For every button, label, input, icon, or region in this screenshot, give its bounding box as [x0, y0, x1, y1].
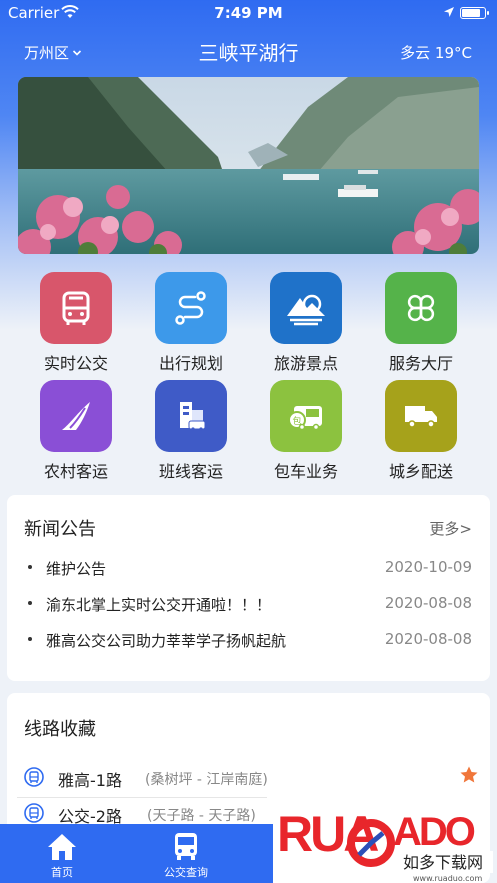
top-nav: 万州区 三峡平湖行 多云 19°C	[0, 34, 497, 68]
service-line-passenger[interactable]: 班线客运	[136, 380, 246, 482]
battery-fill	[462, 9, 480, 17]
route-name: 雅高-1路	[58, 771, 122, 790]
news-item[interactable]: 雅高公交公司助力莘莘学子扬帆起航 2020-08-08	[24, 628, 472, 652]
favorite-route-item[interactable]: 雅高-1路 (桑树坪 - 江岸南庭)	[24, 764, 479, 790]
service-label: 班线客运	[158, 462, 223, 481]
clock: 7:49 PM	[214, 4, 283, 22]
news-item-title: 雅高公交公司助力莘莘学子扬帆起航	[46, 632, 287, 650]
divider	[17, 797, 267, 798]
service-label: 服务大厅	[388, 354, 453, 373]
service-realtime-bus[interactable]: 实时公交	[21, 272, 131, 374]
news-item[interactable]: 渝东北掌上实时公交开通啦！！！ 2020-08-08	[24, 592, 472, 616]
banner-image[interactable]	[18, 77, 479, 254]
news-item-date: 2020-10-09	[384, 558, 472, 576]
service-tile	[40, 272, 112, 344]
ruadado-logo: RUA ADO 如多下载网 www.ruaduo.com	[277, 806, 493, 883]
bus-stop-icon	[24, 767, 44, 787]
truck-icon	[405, 406, 437, 428]
service-tourist-spots[interactable]: 旅游景点	[251, 272, 361, 374]
clover-icon	[407, 294, 435, 322]
home-icon	[48, 834, 76, 860]
mountain-icon	[287, 294, 325, 326]
news-item-date: 2020-08-08	[384, 594, 472, 612]
service-label: 出行规划	[158, 354, 223, 373]
bullet	[28, 601, 32, 605]
service-label: 包车业务	[273, 462, 338, 481]
weather-label: 多云 19°C	[400, 44, 472, 62]
service-tile	[155, 380, 227, 452]
news-card: 新闻公告 更多> 维护公告 2020-10-09 渝东北掌上实时公交开通啦！！！…	[7, 495, 490, 681]
service-label: 旅游景点	[273, 354, 338, 373]
route-range: (天子路 - 天子路)	[147, 808, 256, 824]
charter-bus-icon: 包	[288, 406, 322, 431]
service-tile	[40, 380, 112, 452]
bullet	[28, 637, 32, 641]
service-delivery[interactable]: 城乡配送	[366, 380, 476, 482]
news-title: 新闻公告	[24, 519, 96, 540]
bus-stop-icon	[24, 803, 44, 823]
service-hall[interactable]: 服务大厅	[366, 272, 476, 374]
svg-text:ADO: ADO	[393, 810, 475, 854]
route-icon	[175, 291, 206, 325]
banner-scenery	[18, 77, 479, 254]
news-item[interactable]: 维护公告 2020-10-09	[24, 556, 472, 580]
service-label: 实时公交	[43, 354, 108, 373]
service-tile: 包	[270, 380, 342, 452]
news-more-link[interactable]: 更多>	[429, 518, 472, 539]
battery-icon	[460, 7, 489, 19]
bus-icon	[175, 833, 197, 860]
service-charter[interactable]: 包 包车业务	[251, 380, 361, 482]
service-trip-planning[interactable]: 出行规划	[136, 272, 246, 374]
status-bar: Carrier 7:49 PM	[0, 0, 497, 26]
bullet	[28, 565, 32, 569]
service-rural-passenger[interactable]: 农村客运	[21, 380, 131, 482]
news-item-title: 维护公告	[46, 560, 107, 578]
tab-home[interactable]: 首页	[0, 824, 124, 883]
service-tile	[270, 272, 342, 344]
watermark-logo: RUA ADO 如多下载网 www.ruaduo.com	[273, 795, 497, 883]
location-arrow-icon	[444, 7, 454, 17]
service-tile	[155, 272, 227, 344]
news-item-title: 渝东北掌上实时公交开通啦！！！	[46, 596, 272, 614]
road-icon	[62, 402, 90, 430]
svg-text:如多下载网: 如多下载网	[403, 853, 483, 872]
tab-label: 首页	[51, 866, 73, 879]
svg-text:www.ruaduo.com: www.ruaduo.com	[413, 874, 482, 883]
star-icon[interactable]	[459, 765, 479, 785]
service-tile	[385, 272, 457, 344]
service-label: 城乡配送	[388, 462, 453, 481]
tab-bus-query[interactable]: 公交查询	[124, 824, 248, 883]
news-item-date: 2020-08-08	[384, 630, 472, 648]
tab-bar: 首页 公交查询	[0, 824, 273, 883]
favorites-title: 线路收藏	[24, 719, 96, 740]
service-label: 农村客运	[43, 462, 108, 481]
bus-icon	[62, 291, 90, 325]
service-tile	[385, 380, 457, 452]
tab-label: 公交查询	[164, 866, 208, 879]
station-icon	[180, 402, 206, 431]
route-range: (桑树坪 - 江岸南庭)	[145, 772, 268, 788]
